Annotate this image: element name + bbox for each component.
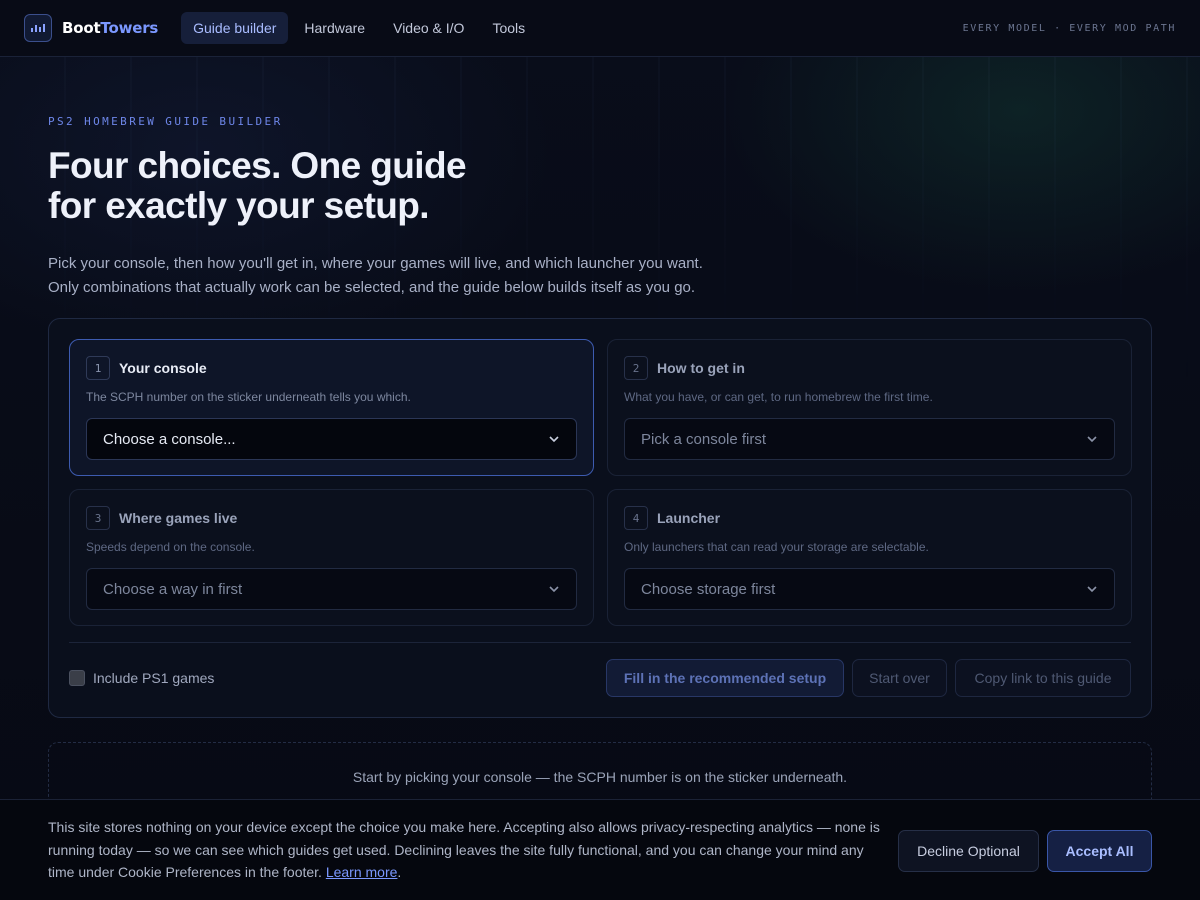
step-number: 3 [86, 506, 110, 530]
step-number: 1 [86, 356, 110, 380]
storage-select[interactable]: Choose a way in first [86, 568, 577, 610]
step-description: Speeds depend on the console. [86, 540, 255, 554]
step-description: Only launchers that can read your storag… [624, 540, 929, 554]
select-value: Choose storage first [641, 580, 776, 598]
page-title: Four choices. One guide for exactly your… [48, 146, 1152, 226]
step-description: What you have, or can get, to run homebr… [624, 390, 933, 404]
headline-line-1: Four choices. One guide [48, 145, 467, 186]
select-value: Choose a console... [103, 430, 236, 448]
step-storage: 3 Where games live Speeds depend on the … [69, 489, 594, 626]
subtitle-line-2: Only combinations that actually work can… [48, 279, 696, 296]
hero: PS2 HOMEBREW GUIDE BUILDER Four choices.… [48, 115, 1152, 300]
nav-links: Guide builder Hardware Video & I/O Tools [181, 12, 537, 44]
chevron-down-icon [1087, 586, 1097, 593]
nav-link-hardware[interactable]: Hardware [292, 12, 377, 44]
start-over-button[interactable]: Start over [852, 659, 947, 697]
hero-subtitle: Pick your console, then how you'll get i… [48, 252, 1152, 300]
subtitle-line-1: Pick your console, then how you'll get i… [48, 255, 703, 272]
copy-link-button[interactable]: Copy link to this guide [955, 659, 1131, 697]
select-value: Pick a console first [641, 430, 767, 448]
step-title: Your console [119, 360, 207, 376]
learn-more-link[interactable]: Learn more [326, 864, 398, 880]
select-value: Choose a way in first [103, 580, 243, 598]
headline-line-2: for exactly your setup. [48, 185, 430, 226]
ps1-games-checkbox[interactable] [69, 670, 85, 686]
step-console: 1 Your console The SCPH number on the st… [69, 339, 594, 476]
cookie-text: This site stores nothing on your device … [48, 816, 888, 884]
step-title: Where games live [119, 510, 238, 526]
brand-name[interactable]: BootTowers [62, 19, 158, 37]
nav-tagline: EVERY MODEL · EVERY MOD PATH [962, 22, 1176, 34]
chevron-down-icon [1087, 436, 1097, 443]
step-title: Launcher [657, 510, 721, 526]
nav-link-tools[interactable]: Tools [480, 12, 537, 44]
nav-link-video-io[interactable]: Video & I/O [381, 12, 476, 44]
entry-method-select[interactable]: Pick a console first [624, 418, 1115, 460]
cookie-message: This site stores nothing on your device … [48, 819, 880, 880]
step-entry-method: 2 How to get in What you have, or can ge… [607, 339, 1132, 476]
hero-eyebrow: PS2 HOMEBREW GUIDE BUILDER [48, 115, 283, 128]
fill-recommended-button[interactable]: Fill in the recommended setup [606, 659, 844, 697]
guide-builder-panel: 1 Your console The SCPH number on the st… [48, 318, 1152, 718]
chevron-down-icon [549, 436, 559, 443]
ps1-games-label[interactable]: Include PS1 games [93, 670, 214, 686]
accept-all-button[interactable]: Accept All [1047, 830, 1152, 872]
bar-chart-icon[interactable] [24, 14, 52, 42]
cookie-period: . [397, 864, 402, 880]
step-number: 4 [624, 506, 648, 530]
step-description: The SCPH number on the sticker underneat… [86, 390, 411, 404]
step-title: How to get in [657, 360, 745, 376]
step-number: 2 [624, 356, 648, 380]
console-select[interactable]: Choose a console... [86, 418, 577, 460]
brand-part-towers: Towers [100, 19, 159, 37]
ps1-games-option[interactable]: Include PS1 games [69, 670, 214, 686]
top-nav: BootTowers Guide builder Hardware Video … [0, 0, 1200, 57]
decline-optional-button[interactable]: Decline Optional [898, 830, 1039, 872]
step-launcher: 4 Launcher Only launchers that can read … [607, 489, 1132, 626]
divider [69, 642, 1131, 643]
brand-part-boot: Boot [62, 19, 101, 37]
launcher-select[interactable]: Choose storage first [624, 568, 1115, 610]
cookie-banner: This site stores nothing on your device … [0, 799, 1200, 900]
nav-link-guide-builder[interactable]: Guide builder [181, 12, 289, 44]
chevron-down-icon [549, 586, 559, 593]
